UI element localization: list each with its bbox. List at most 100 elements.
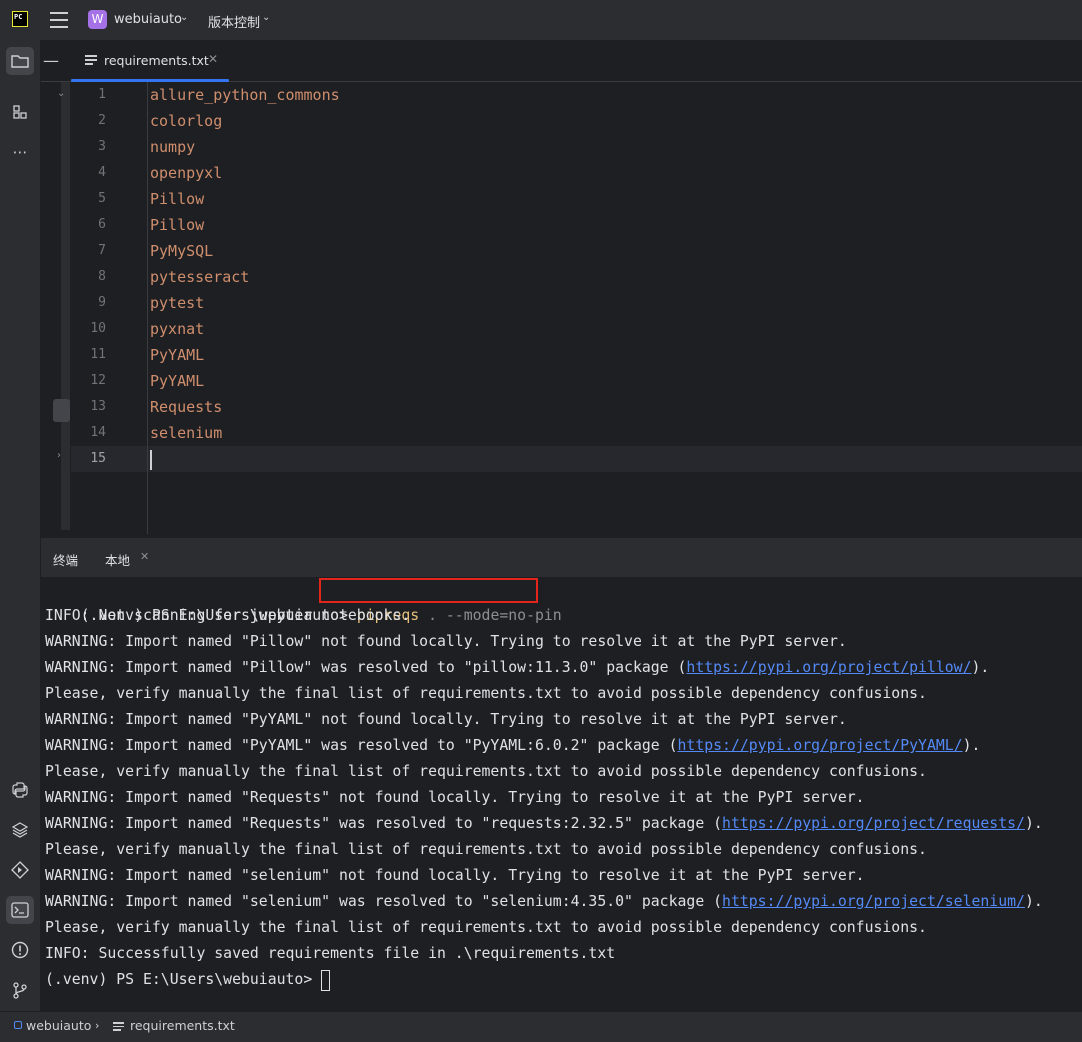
terminal-output[interactable]: (.venv) PS E:\Users\webuiauto> pipreqs .… <box>41 577 1082 1011</box>
command-highlight-box <box>319 578 538 603</box>
code-line-current[interactable] <box>148 446 1082 472</box>
code-line[interactable]: Pillow <box>148 186 1082 212</box>
code-line[interactable]: numpy <box>148 134 1082 160</box>
terminal-line: INFO: Not scanning for jupyter notebooks… <box>45 607 411 624</box>
python-packages-icon[interactable] <box>6 776 34 804</box>
line-number: 12 <box>90 373 106 388</box>
line-numbers: 1 2 3 4 5 6 7 8 9 10 11 12 13 14 15 <box>71 82 146 472</box>
terminal-line: Please, verify manually the final list o… <box>45 763 927 780</box>
terminal-title[interactable]: 终端 <box>53 550 78 569</box>
line-number: 7 <box>98 243 106 258</box>
chevron-down-icon[interactable]: ⌄ <box>180 12 188 23</box>
text-file-icon <box>113 1022 124 1031</box>
terminal-cursor <box>321 969 331 991</box>
terminal-text: WARNING: Import named "Requests" was res… <box>45 815 723 832</box>
terminal-line: Please, verify manually the final list o… <box>45 841 927 858</box>
tab-label: requirements.txt <box>104 53 209 68</box>
code-lines[interactable]: allure_python_commons colorlog numpy ope… <box>147 82 1082 534</box>
title-bar: PC W webuiauto ⌄ 版本控制 ⌄ <box>0 0 1082 40</box>
structure-icon[interactable] <box>6 98 34 126</box>
line-number: 1 <box>98 87 106 102</box>
code-line[interactable]: allure_python_commons <box>148 82 1082 108</box>
text-file-icon <box>85 55 97 65</box>
code-line[interactable]: openpyxl <box>148 160 1082 186</box>
vcs-menu[interactable]: 版本控制 <box>208 12 260 31</box>
terminal-text: WARNING: Import named "Pillow" was resol… <box>45 659 687 676</box>
code-line[interactable]: pytest <box>148 290 1082 316</box>
tab-local[interactable]: 本地 <box>105 550 130 569</box>
line-number: 9 <box>98 295 106 310</box>
chevron-down-icon[interactable]: ⌄ <box>262 12 270 23</box>
line-number: 15 <box>90 451 106 466</box>
breadcrumb-project[interactable]: webuiauto <box>26 1018 91 1033</box>
breadcrumb-file[interactable]: requirements.txt <box>130 1018 235 1033</box>
layers-icon[interactable] <box>6 816 34 844</box>
terminal-line: WARNING: Import named "Requests" not fou… <box>45 789 865 806</box>
pypi-link[interactable]: https://pypi.org/project/requests/ <box>722 815 1025 832</box>
terminal-tab-bar: 终端 本地 ✕ <box>41 537 1082 578</box>
code-line[interactable]: colorlog <box>148 108 1082 134</box>
line-number: 4 <box>98 165 106 180</box>
terminal-text: ). <box>971 659 990 676</box>
terminal-line: WARNING: Import named "selenium" not fou… <box>45 867 865 884</box>
code-line[interactable]: PyMySQL <box>148 238 1082 264</box>
line-number: 3 <box>98 139 106 154</box>
gutter-marker <box>53 399 70 422</box>
git-icon[interactable] <box>6 976 34 1004</box>
left-tool-window-bar: ⋯ <box>0 40 41 1011</box>
collapse-icon[interactable]: — <box>43 51 59 70</box>
line-number: 14 <box>90 425 106 440</box>
terminal-line: WARNING: Import named "selenium" was res… <box>45 889 1043 915</box>
terminal-line: WARNING: Import named "PyYAML" not found… <box>45 711 847 728</box>
terminal-line: WARNING: Import named "Pillow" not found… <box>45 633 847 650</box>
terminal-line: WARNING: Import named "Pillow" was resol… <box>45 655 989 681</box>
tab-requirements[interactable]: requirements.txt ✕ <box>71 40 229 82</box>
project-badge[interactable]: W <box>88 10 107 29</box>
text-caret <box>150 449 152 470</box>
more-tools-icon[interactable]: ⋯ <box>6 138 34 166</box>
terminal-prompt: (.venv) PS E:\Users\webuiauto> <box>45 971 322 988</box>
terminal-line: Please, verify manually the final list o… <box>45 685 927 702</box>
pycharm-logo-icon[interactable]: PC <box>12 11 28 27</box>
code-line[interactable]: selenium <box>148 420 1082 446</box>
fold-right-icon[interactable]: › <box>57 450 61 461</box>
terminal-line: (.venv) PS E:\Users\webuiauto> <box>45 967 331 993</box>
project-folder-icon[interactable] <box>6 47 34 75</box>
terminal-command-args: . --mode=no-pin <box>419 607 562 624</box>
project-name[interactable]: webuiauto <box>114 12 182 27</box>
code-line[interactable]: pyxnat <box>148 316 1082 342</box>
code-line[interactable]: PyYAML <box>148 368 1082 394</box>
terminal-text: ). <box>962 737 981 754</box>
code-line[interactable]: pytesseract <box>148 264 1082 290</box>
close-icon[interactable]: ✕ <box>208 52 218 66</box>
status-bar: webuiauto › requirements.txt <box>0 1011 1082 1042</box>
terminal-line: Please, verify manually the final list o… <box>45 919 927 936</box>
code-line[interactable]: Pillow <box>148 212 1082 238</box>
line-number: 2 <box>98 113 106 128</box>
fold-down-icon[interactable]: ⌄ <box>57 88 65 99</box>
close-icon[interactable]: ✕ <box>140 550 149 563</box>
pypi-link[interactable]: https://pypi.org/project/PyYAML/ <box>678 737 963 754</box>
terminal-line: WARNING: Import named "PyYAML" was resol… <box>45 733 980 759</box>
line-number: 10 <box>90 321 106 336</box>
terminal-icon[interactable] <box>6 896 34 924</box>
main-menu-icon[interactable] <box>50 12 68 28</box>
code-editor[interactable]: ⌄ › 1 2 3 4 5 6 7 8 9 10 11 12 13 14 15 … <box>41 82 1082 534</box>
terminal-text: WARNING: Import named "selenium" was res… <box>45 893 723 910</box>
terminal-line: WARNING: Import named "Requests" was res… <box>45 811 1043 837</box>
line-number: 13 <box>90 399 106 414</box>
terminal-text: ). <box>1024 893 1043 910</box>
code-line[interactable]: Requests <box>148 394 1082 420</box>
chevron-right-icon: › <box>95 1019 100 1032</box>
terminal-text: WARNING: Import named "PyYAML" was resol… <box>45 737 678 754</box>
terminal-line: INFO: Successfully saved requirements fi… <box>45 945 616 962</box>
pypi-link[interactable]: https://pypi.org/project/selenium/ <box>722 893 1025 910</box>
pypi-link[interactable]: https://pypi.org/project/pillow/ <box>686 659 971 676</box>
line-number: 11 <box>90 347 106 362</box>
problems-icon[interactable] <box>6 936 34 964</box>
line-number: 6 <box>98 217 106 232</box>
services-icon[interactable] <box>6 856 34 884</box>
line-number: 5 <box>98 191 106 206</box>
terminal-text: ). <box>1024 815 1043 832</box>
code-line[interactable]: PyYAML <box>148 342 1082 368</box>
